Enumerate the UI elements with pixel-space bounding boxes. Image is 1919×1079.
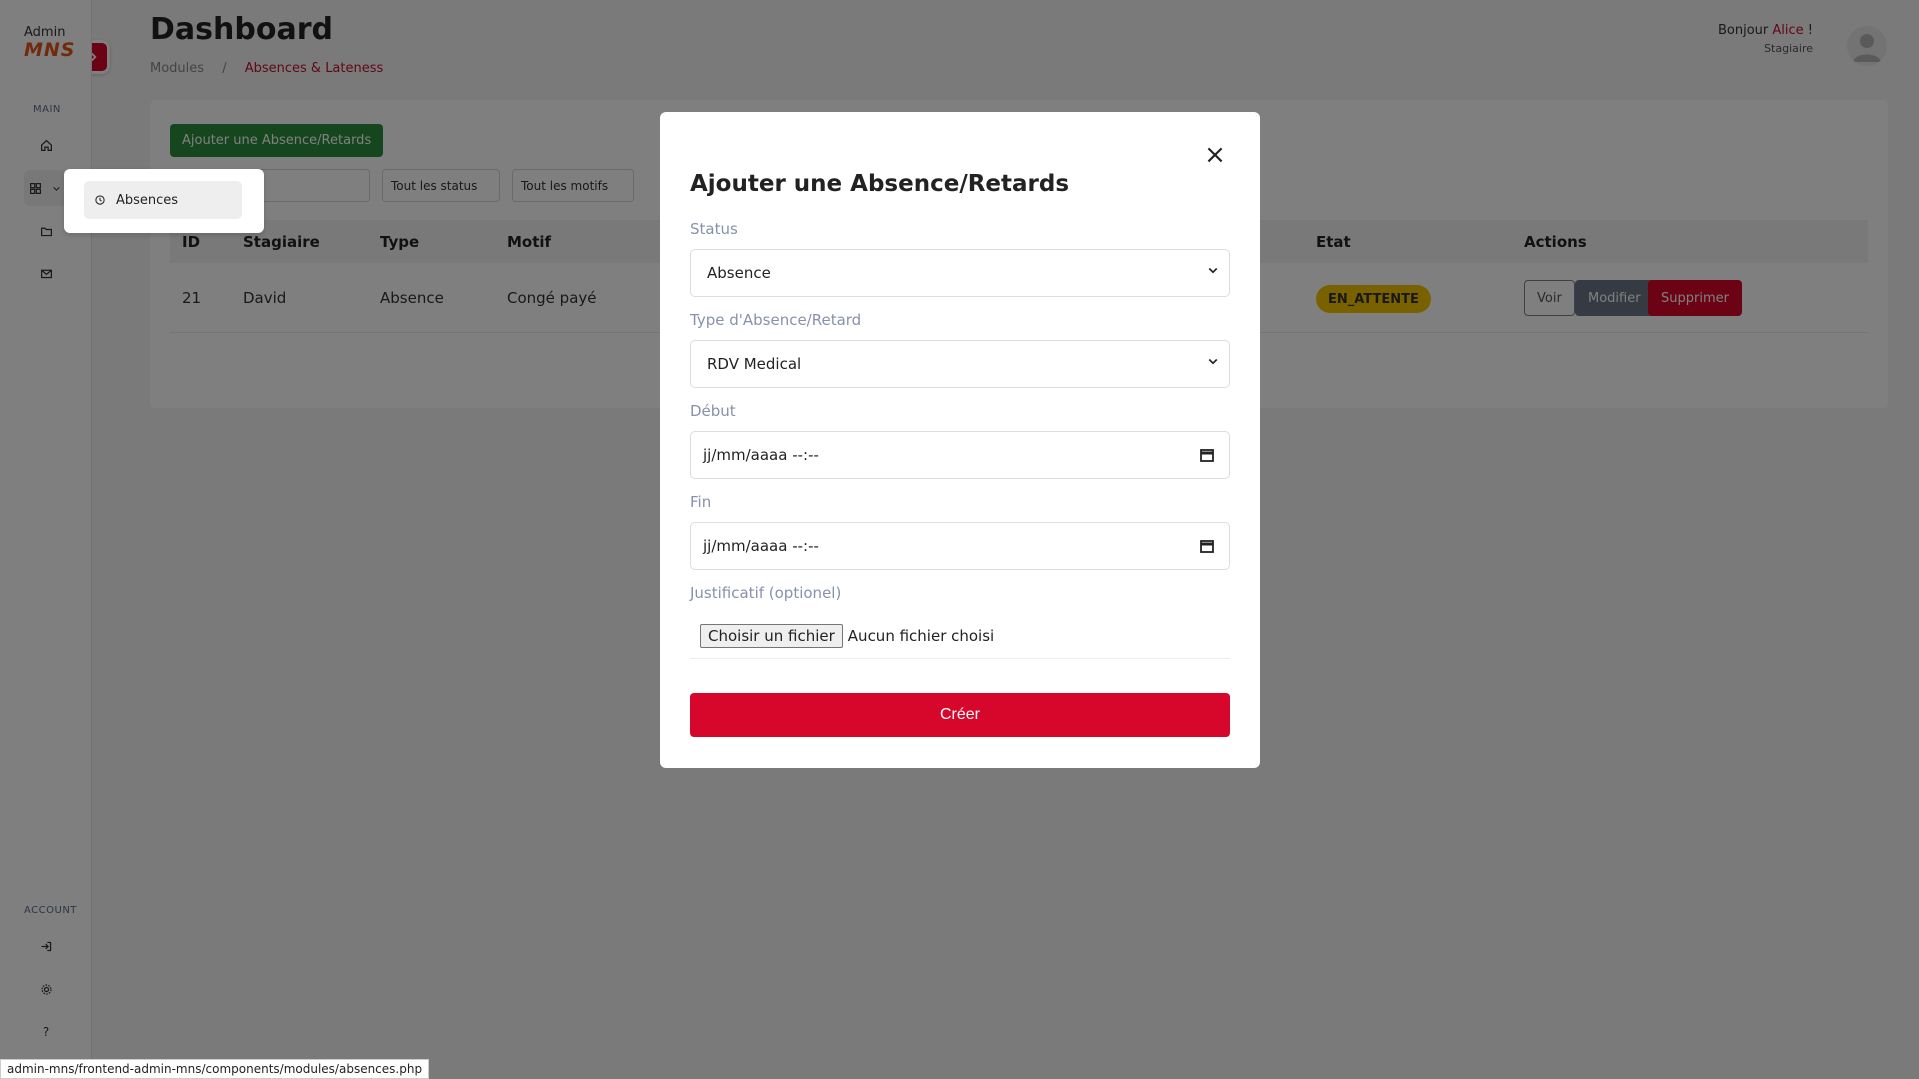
justificatif-file-input: Choisir un fichier Aucun fichier choisi	[690, 613, 1230, 659]
fin-label: Fin	[690, 493, 712, 511]
status-select[interactable]: Absence	[690, 249, 1230, 297]
type-label: Type d'Absence/Retard	[690, 311, 862, 329]
browser-status-url: admin-mns/frontend-admin-mns/components/…	[0, 1059, 430, 1079]
close-icon[interactable]: ×	[1202, 140, 1228, 170]
chevron-down-icon	[1208, 358, 1218, 365]
submenu-item-absences[interactable]: Absences	[84, 181, 242, 219]
file-status-text: Aucun fichier choisi	[847, 626, 995, 645]
fin-datetime-input[interactable]: jj/mm/aaaa --:--	[690, 522, 1230, 570]
modules-submenu: Absences	[64, 169, 264, 233]
calendar-icon[interactable]	[1199, 538, 1215, 554]
clock-icon	[95, 195, 105, 205]
debut-label: Début	[690, 402, 736, 420]
status-select-value: Absence	[707, 264, 771, 282]
type-select-value: RDV Medical	[707, 355, 802, 373]
modal-title: Ajouter une Absence/Retards	[690, 171, 1070, 197]
create-button[interactable]: Créer	[690, 693, 1230, 737]
fin-value: jj/mm/aaaa --:--	[703, 537, 819, 555]
chevron-down-icon	[1208, 267, 1218, 274]
choose-file-button[interactable]: Choisir un fichier	[700, 623, 843, 648]
type-select[interactable]: RDV Medical	[690, 340, 1230, 388]
status-label: Status	[690, 220, 738, 238]
submenu-item-label: Absences	[116, 192, 179, 208]
justificatif-label: Justificatif (optionel)	[690, 584, 842, 602]
debut-value: jj/mm/aaaa --:--	[703, 446, 819, 464]
calendar-icon[interactable]	[1199, 447, 1215, 463]
add-absence-modal: × Ajouter une Absence/Retards Status Abs…	[660, 112, 1260, 768]
debut-datetime-input[interactable]: jj/mm/aaaa --:--	[690, 431, 1230, 479]
